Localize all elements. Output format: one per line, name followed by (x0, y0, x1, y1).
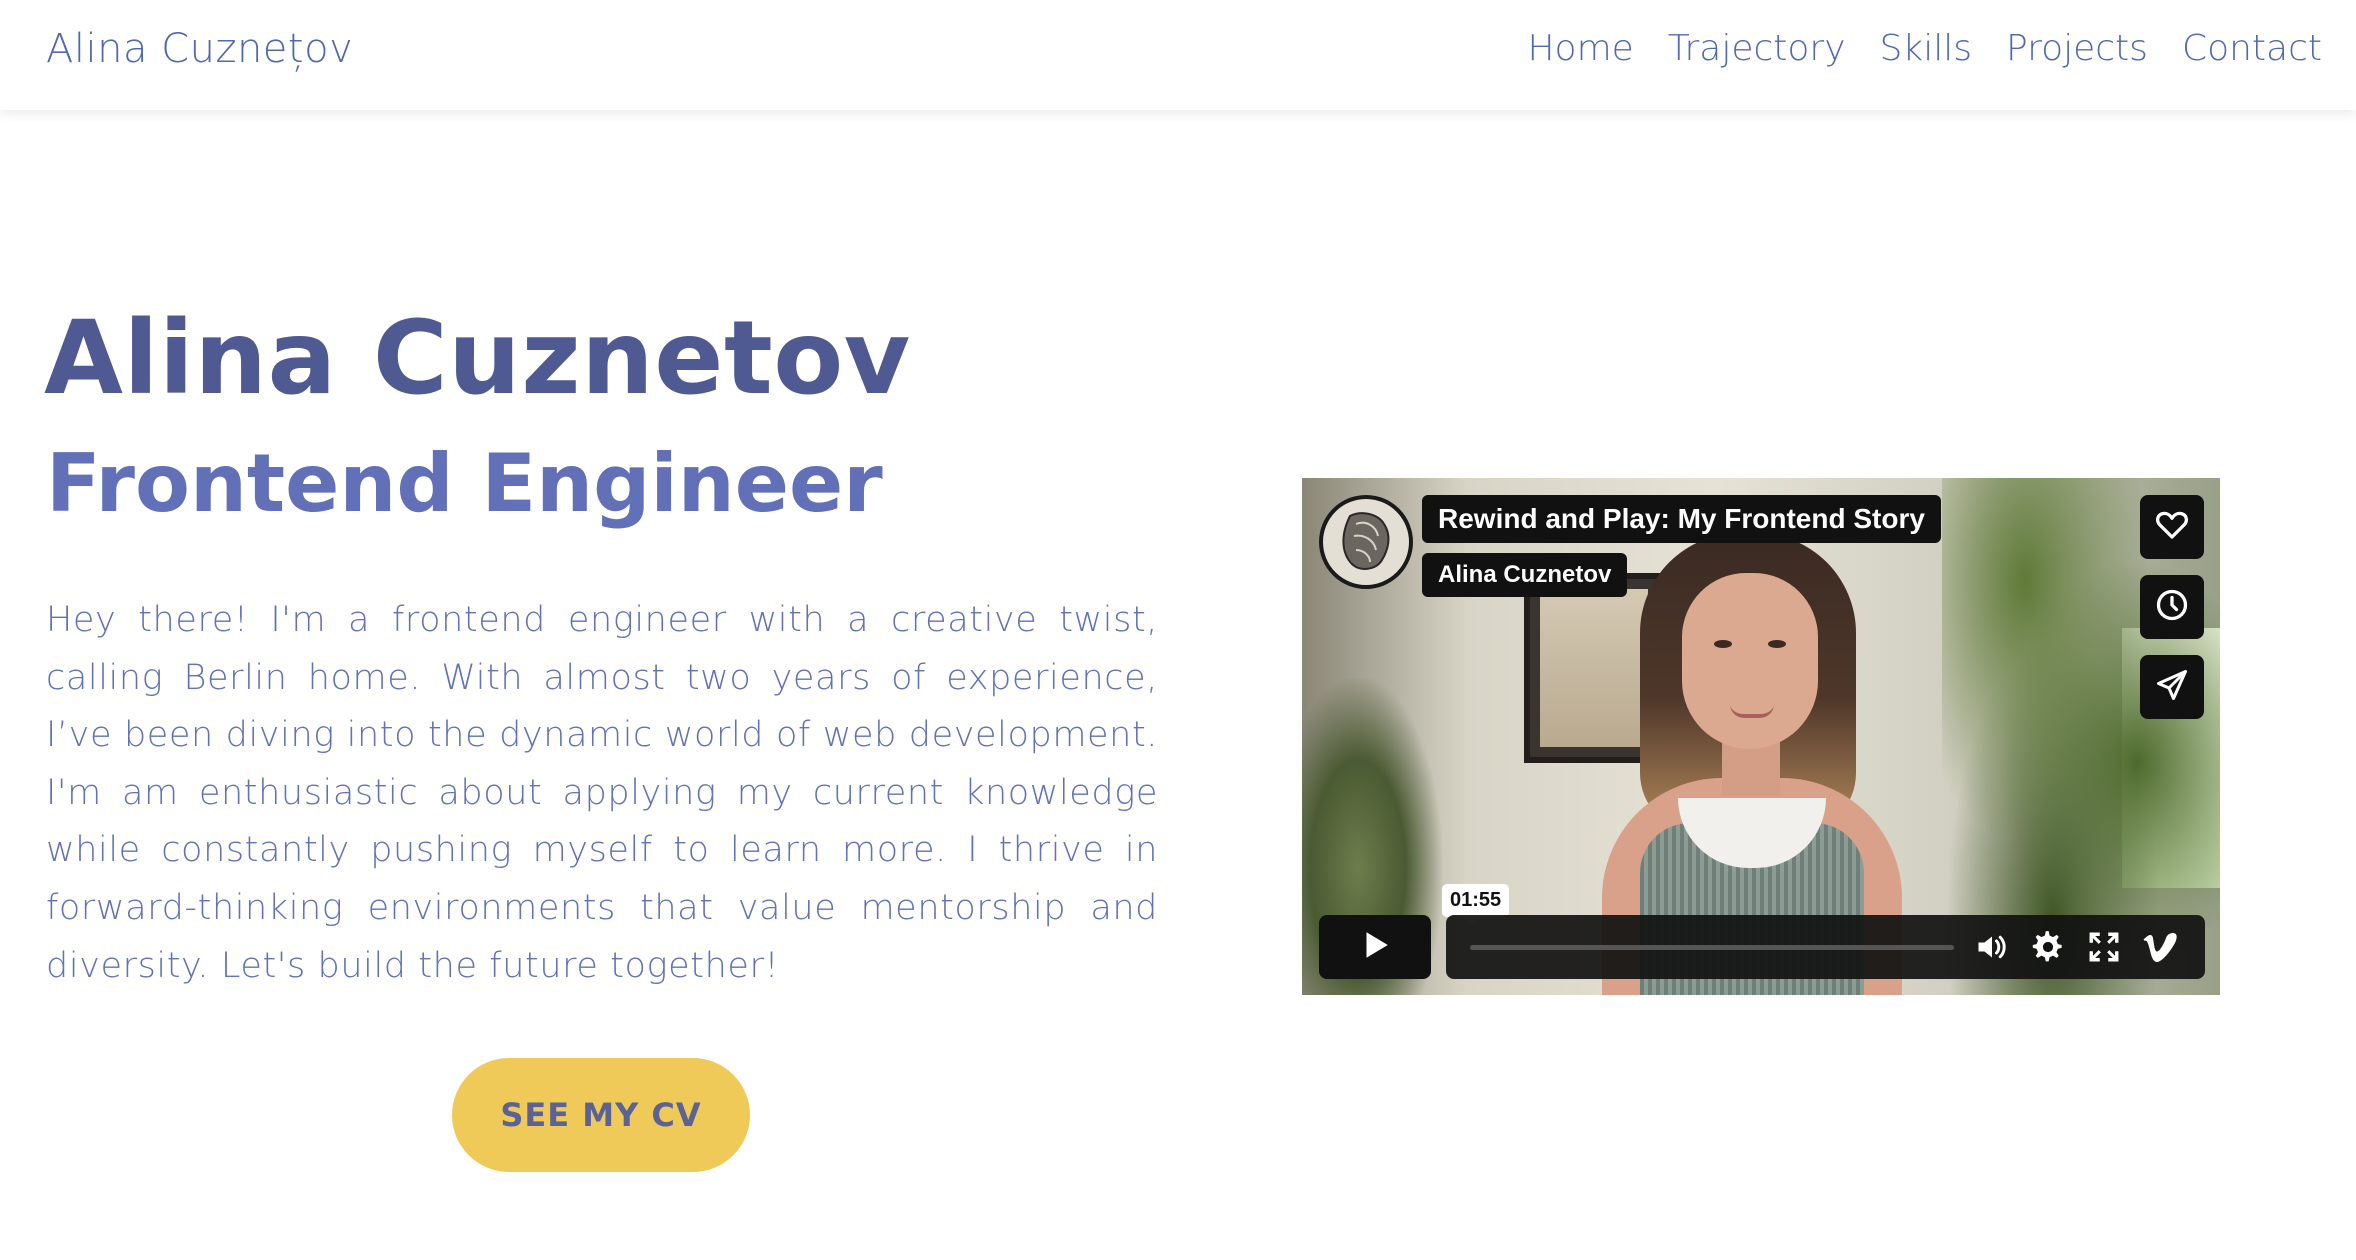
navbar: Alina Cuznețov Home Trajectory Skills Pr… (0, 0, 2356, 110)
nav-link-home[interactable]: Home (1527, 28, 1633, 69)
video-progress-bar[interactable] (1470, 945, 1954, 950)
volume-icon[interactable] (1974, 929, 2010, 965)
nav-link-contact[interactable]: Contact (2182, 28, 2322, 69)
nav-links: Home Trajectory Skills Projects Contact (1527, 28, 2322, 69)
video-frame-person-eye (1768, 640, 1786, 648)
fullscreen-icon[interactable] (2086, 929, 2122, 965)
clock-icon (2154, 587, 2190, 627)
brand-link[interactable]: Alina Cuznețov (46, 26, 353, 72)
nav-link-trajectory[interactable]: Trajectory (1668, 28, 1846, 69)
nav-link-skills[interactable]: Skills (1880, 28, 1972, 69)
like-button[interactable] (2140, 495, 2204, 559)
video-author[interactable]: Alina Cuznetov (1422, 553, 1628, 597)
nav-link-projects[interactable]: Projects (2006, 28, 2148, 69)
watch-later-button[interactable] (2140, 575, 2204, 639)
vimeo-logo-icon[interactable] (2142, 929, 2178, 965)
play-icon (1358, 928, 1392, 966)
heart-icon (2154, 507, 2190, 547)
send-icon (2154, 667, 2190, 707)
video-author-avatar[interactable] (1319, 495, 1413, 589)
video-player[interactable]: Rewind and Play: My Frontend Story Alina… (1302, 478, 2220, 995)
video-frame-person-eye (1714, 640, 1732, 648)
video-time-tooltip: 01:55 (1442, 884, 1510, 925)
see-cv-button[interactable]: SEE MY CV (452, 1058, 750, 1172)
play-button[interactable] (1319, 915, 1431, 979)
video-frame-person-face (1682, 573, 1818, 749)
hero-bio: Hey there! I'm a frontend engineer with … (46, 600, 1158, 986)
video-title[interactable]: Rewind and Play: My Frontend Story (1422, 495, 1941, 543)
settings-icon[interactable] (2030, 929, 2066, 965)
video-controls-bar (1446, 915, 2205, 979)
share-button[interactable] (2140, 655, 2204, 719)
hero-name: Alina Cuznetov (44, 299, 911, 418)
hero-role: Frontend Engineer (46, 437, 883, 530)
